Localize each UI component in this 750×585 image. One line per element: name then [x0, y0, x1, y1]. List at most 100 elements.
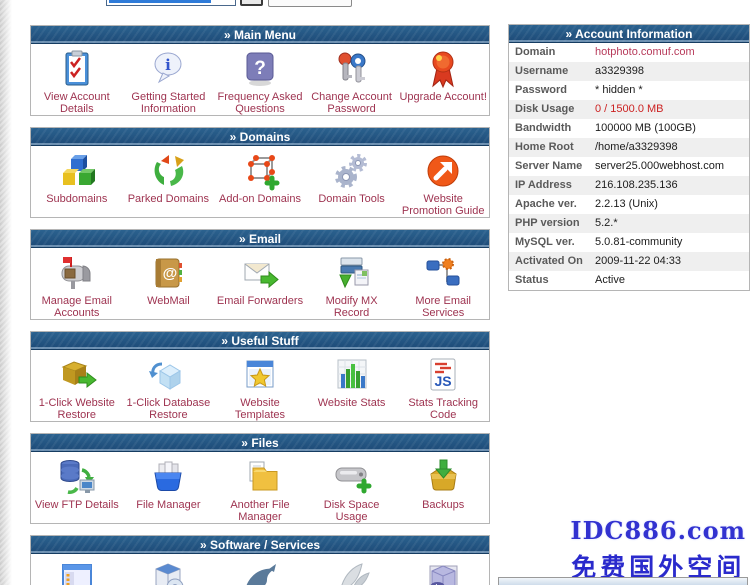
account-details-icon — [57, 49, 97, 89]
menu-item-webmail[interactable]: @ WebMail — [123, 248, 215, 319]
account-row-label: Apache ver. — [515, 195, 595, 214]
account-row-value: a3329398 — [595, 62, 644, 81]
mail-server-icon — [332, 253, 372, 293]
account-row-value: 100000 MB (100GB) — [595, 119, 696, 138]
account-row-disk-usage: Disk Usage0 / 1500.0 MB — [509, 100, 749, 119]
menu-item-getting-started-information[interactable]: iGetting Started Information — [123, 44, 215, 115]
cubes-icon — [57, 151, 97, 191]
menu-item-label: Website Stats — [318, 397, 386, 409]
menu-item-more-email-services[interactable]: More Email Services — [397, 248, 489, 319]
menu-item-file-manager[interactable]: File Manager — [123, 452, 215, 523]
mysql-dolphin-icon — [240, 559, 280, 585]
menu-item-view-ftp-details[interactable]: View FTP Details — [31, 452, 123, 523]
window-star-icon — [240, 355, 280, 395]
menu-item-php-cube[interactable]: php — [397, 554, 489, 585]
menu-item-label: Email Forwarders — [217, 295, 303, 307]
header-chevrons: » — [239, 232, 246, 246]
page-left-shade — [0, 0, 12, 585]
account-row-domain: Domainhotphoto.comuf.com — [509, 43, 749, 62]
menu-item-label: 1-Click Database Restore — [123, 397, 213, 421]
menu-item-label: Change Account Password — [307, 91, 397, 115]
menu-item-label: Getting Started Information — [123, 91, 213, 115]
menu-item-backups[interactable]: Backups — [397, 452, 489, 523]
menu-item-disk-space-usage[interactable]: Disk Space Usage — [306, 452, 398, 523]
menu-item-manage-email-accounts[interactable]: Manage Email Accounts — [31, 248, 123, 319]
section-body: View Account DetailsiGetting Started Inf… — [31, 44, 489, 115]
account-row-label: Disk Usage — [515, 100, 595, 119]
go-button[interactable] — [240, 0, 263, 6]
menu-item-label: Stats Tracking Code — [398, 397, 488, 421]
menu-item-software-box[interactable] — [123, 554, 215, 585]
bar-chart-icon — [332, 355, 372, 395]
menu-item-1-click-database-restore[interactable]: 1-Click Database Restore — [123, 350, 215, 421]
section-header: » Useful Stuff — [31, 332, 489, 350]
menu-item-view-account-details[interactable]: View Account Details — [31, 44, 123, 115]
account-row-value[interactable]: hotphoto.comuf.com — [595, 43, 695, 62]
next-panel-top-edge — [498, 577, 748, 585]
header-chevrons: » — [221, 334, 228, 348]
account-row-server-name: Server Nameserver25.000webhost.com — [509, 157, 749, 176]
menu-item-modify-mx-record[interactable]: Modify MX Record — [306, 248, 398, 319]
svg-text:@: @ — [163, 265, 178, 282]
control-panel-page: » Main MenuView Account DetailsiGetting … — [0, 0, 750, 585]
menu-item-another-file-manager[interactable]: Another File Manager — [214, 452, 306, 523]
info-balloon-icon: i — [148, 49, 188, 89]
section-body: Manage Email Accounts @ WebMail Email Forwa… — [31, 248, 489, 319]
menu-item-label: Backups — [422, 499, 464, 511]
box-arrow-icon — [57, 355, 97, 395]
menu-item-label: File Manager — [136, 499, 200, 511]
account-row-label: PHP version — [515, 214, 595, 233]
menu-item-add-on-domains[interactable]: Add-on Domains — [214, 146, 306, 217]
menu-item-parked-domains[interactable]: Parked Domains — [123, 146, 215, 217]
menu-item-upgrade-account[interactable]: Upgrade Account! — [397, 44, 489, 115]
account-row-label: Username — [515, 62, 595, 81]
menu-item-subdomains[interactable]: Subdomains — [31, 146, 123, 217]
account-info-box: » Account Information Domainhotphoto.com… — [508, 24, 750, 291]
header-chevrons: » — [230, 130, 237, 144]
account-row-label: Server Name — [515, 157, 595, 176]
menu-item-label: Parked Domains — [128, 193, 209, 205]
keys-icon — [332, 49, 372, 89]
account-row-label: Password — [515, 81, 595, 100]
account-row-label: Domain — [515, 43, 595, 62]
menu-item-stats-tracking-code[interactable]: JSStats Tracking Code — [397, 350, 489, 421]
mailbox-icon — [57, 253, 97, 293]
subdomain-input[interactable] — [106, 0, 236, 6]
menu-item-label: Another File Manager — [215, 499, 305, 523]
account-row-apache-ver: Apache ver.2.2.13 (Unix) — [509, 195, 749, 214]
menu-item-label: WebMail — [147, 295, 190, 307]
menu-item-website-stats[interactable]: Website Stats — [306, 350, 398, 421]
header-chevrons: » — [566, 27, 573, 41]
section-header: » Software / Services — [31, 536, 489, 554]
account-row-label: MySQL ver. — [515, 233, 595, 252]
section-body: Subdomains Parked Domains Add-on DomainsDo… — [31, 146, 489, 217]
menu-item-website-promotion-guide[interactable]: Website Promotion Guide — [397, 146, 489, 217]
menu-item-1-click-website-restore[interactable]: 1-Click Website Restore — [31, 350, 123, 421]
address-book-icon: @ — [148, 253, 188, 293]
menu-item-phpmyadmin-sails[interactable]: php — [306, 554, 398, 585]
menu-item-email-forwarders[interactable]: Email Forwarders — [214, 248, 306, 319]
menu-item-app-window[interactable] — [31, 554, 123, 585]
menu-item-label: View Account Details — [32, 91, 122, 115]
account-row-label: Home Root — [515, 138, 595, 157]
network-cube-icon — [240, 151, 280, 191]
menu-item-change-account-password[interactable]: Change Account Password — [306, 44, 398, 115]
menu-item-frequency-asked-questions[interactable]: ?Frequency Asked Questions — [214, 44, 306, 115]
account-row-value: /home/a3329398 — [595, 138, 678, 157]
section-header: » Files — [31, 434, 489, 452]
watermark-site-name: IDC886.com — [570, 516, 746, 545]
account-row-status: StatusActive — [509, 271, 749, 290]
account-info-table: Domainhotphoto.comuf.comUsernamea3329398… — [509, 43, 749, 290]
account-row-value: 0 / 1500.0 MB — [595, 100, 664, 119]
menu-item-mysql-dolphin[interactable] — [214, 554, 306, 585]
gears-icon — [332, 151, 372, 191]
menu-item-website-templates[interactable]: Website Templates — [214, 350, 306, 421]
menu-item-label: 1-Click Website Restore — [32, 397, 122, 421]
question-mark-icon: ? — [240, 49, 280, 89]
menu-item-domain-tools[interactable]: Domain Tools — [306, 146, 398, 217]
account-row-activated-on: Activated On2009-11-22 04:33 — [509, 252, 749, 271]
ftp-transfer-icon — [57, 457, 97, 497]
account-row-label: Bandwidth — [515, 119, 595, 138]
create-new-button[interactable] — [268, 0, 352, 7]
award-ribbon-icon — [423, 49, 463, 89]
